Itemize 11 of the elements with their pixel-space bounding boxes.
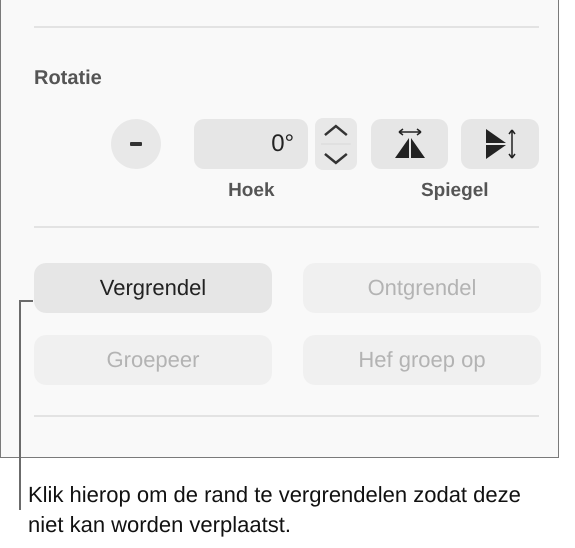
panel-button[interactable]: Vergrendel — [34, 263, 272, 313]
angle-label: Hoek — [227, 180, 276, 202]
flip-vertical-icon — [483, 127, 518, 161]
dial-marker-icon — [130, 142, 142, 146]
flip-vertical-button[interactable] — [461, 119, 539, 169]
angle-field[interactable]: 0° — [194, 119, 308, 169]
flip-horizontal-icon — [392, 128, 427, 160]
flip-horizontal-button[interactable] — [370, 119, 448, 169]
mirror-label: Spiegel — [420, 180, 490, 202]
section-title: Rotatie — [34, 67, 103, 90]
callout-text: Klik hierop om de rand te vergrendelen zodat deze niet kan worden verplaatst. — [28, 481, 522, 539]
